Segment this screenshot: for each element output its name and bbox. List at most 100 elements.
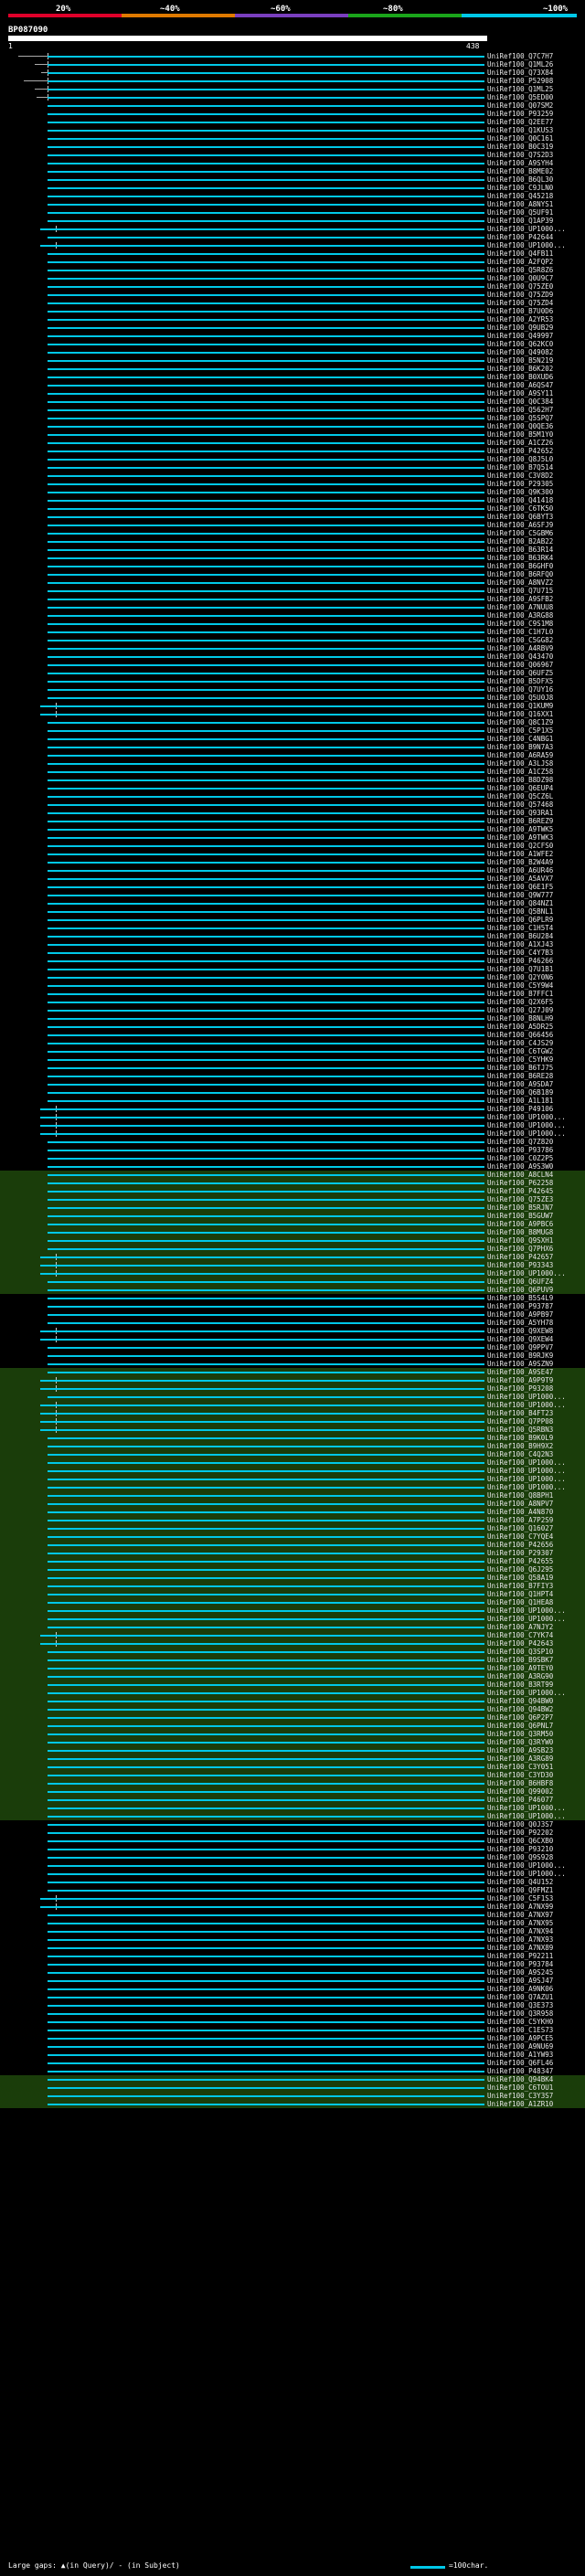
hit-row[interactable]: UniRef100_Q6PUV9 (0, 1286, 585, 1294)
hit-row[interactable]: UniRef100_Q9SXH1 (0, 1236, 585, 1245)
hit-label[interactable]: UniRef100_Q7PHX6 (487, 1245, 553, 1253)
hit-row[interactable]: UniRef100_Q7AZU1 (0, 1993, 585, 2001)
hit-row[interactable]: UniRef100_B9N7A3 (0, 743, 585, 751)
hit-row[interactable]: UniRef100_Q75ZD4 (0, 299, 585, 307)
hit-label[interactable]: UniRef100_P42657 (487, 1253, 553, 1261)
hit-row[interactable]: UniRef100_Q3E373 (0, 2001, 585, 2009)
hit-label[interactable]: UniRef100_UP1000... (487, 225, 566, 233)
hit-row[interactable]: UniRef100_Q9XEW8 (0, 1327, 585, 1335)
hit-row[interactable]: UniRef100_B5S4L9 (0, 1294, 585, 1302)
hit-row[interactable]: UniRef100_P29305 (0, 480, 585, 488)
hit-label[interactable]: UniRef100_B0XUD6 (487, 373, 553, 381)
hit-label[interactable]: UniRef100_UP1000... (487, 1121, 566, 1129)
hit-label[interactable]: UniRef100_Q2EE77 (487, 118, 553, 126)
hit-label[interactable]: UniRef100_A7NX89 (487, 1944, 553, 1952)
hit-label[interactable]: UniRef100_Q6EUP4 (487, 784, 553, 792)
hit-label[interactable]: UniRef100_A7P2S9 (487, 1516, 553, 1524)
hit-label[interactable]: UniRef100_Q5R8Z6 (487, 266, 553, 274)
hit-label[interactable]: UniRef100_B9RJK9 (487, 1352, 553, 1360)
hit-row[interactable]: UniRef100_A7NX93 (0, 1935, 585, 1944)
hit-row[interactable]: UniRef100_UP1000... (0, 1401, 585, 1409)
hit-label[interactable]: UniRef100_P62258 (487, 1179, 553, 1187)
hit-row[interactable]: UniRef100_A5DR25 (0, 1023, 585, 1031)
hit-label[interactable]: UniRef100_A1ZR10 (487, 2100, 553, 2108)
hit-row[interactable]: UniRef100_Q94BK4 (0, 2075, 585, 2083)
hit-row[interactable]: UniRef100_Q2CFS0 (0, 842, 585, 850)
hit-label[interactable]: UniRef100_Q1KUM9 (487, 702, 553, 710)
hit-row[interactable]: UniRef100_Q6FL46 (0, 2059, 585, 2067)
hit-row[interactable]: UniRef100_Q0C384 (0, 398, 585, 406)
hit-label[interactable]: UniRef100_P93787 (487, 1302, 553, 1310)
hit-label[interactable]: UniRef100_Q75ZE3 (487, 1195, 553, 1203)
hit-label[interactable]: UniRef100_C6TGW2 (487, 1047, 553, 1055)
hit-label[interactable]: UniRef100_B6U284 (487, 932, 553, 940)
hit-label[interactable]: UniRef100_C9S1M8 (487, 620, 553, 628)
hit-row[interactable]: UniRef100_A8NVZ2 (0, 578, 585, 587)
hit-label[interactable]: UniRef100_P42643 (487, 1639, 553, 1648)
hit-label[interactable]: UniRef100_A1L181 (487, 1097, 553, 1105)
hit-row[interactable]: UniRef100_B6RFQ0 (0, 570, 585, 578)
hit-row[interactable]: UniRef100_C4Y7B3 (0, 949, 585, 957)
hit-row[interactable]: UniRef100_Q1HPT4 (0, 1590, 585, 1598)
hit-label[interactable]: UniRef100_A2YR53 (487, 315, 553, 323)
hit-row[interactable]: UniRef100_Q6PLR9 (0, 916, 585, 924)
hit-label[interactable]: UniRef100_B8ME02 (487, 167, 553, 175)
hit-row[interactable]: UniRef100_B63RK4 (0, 554, 585, 562)
hit-label[interactable]: UniRef100_A9S245 (487, 1968, 553, 1977)
hit-row[interactable]: UniRef100_A9SFB2 (0, 595, 585, 603)
hit-row[interactable]: UniRef100_C5Y9W4 (0, 981, 585, 990)
hit-label[interactable]: UniRef100_Q3RYW0 (487, 1738, 553, 1746)
hit-label[interactable]: UniRef100_Q6PLR9 (487, 916, 553, 924)
hit-label[interactable]: UniRef100_A9SFB2 (487, 595, 553, 603)
hit-label[interactable]: UniRef100_UP1000... (487, 1804, 566, 1812)
hit-label[interactable]: UniRef100_UP1000... (487, 1393, 566, 1401)
hit-row[interactable]: UniRef100_C0Z2P5 (0, 1154, 585, 1162)
hit-label[interactable]: UniRef100_Q5RBN3 (487, 1426, 553, 1434)
hit-label[interactable]: UniRef100_P42645 (487, 1187, 553, 1195)
hit-row[interactable]: UniRef100_UP1000... (0, 1606, 585, 1615)
hit-row[interactable]: UniRef100_A4RBV9 (0, 644, 585, 652)
hit-label[interactable]: UniRef100_B6RE28 (487, 1072, 553, 1080)
hit-row[interactable]: UniRef100_UP1000... (0, 1269, 585, 1277)
hit-label[interactable]: UniRef100_B2W4A9 (487, 858, 553, 866)
hit-row[interactable]: UniRef100_UP1000... (0, 1121, 585, 1129)
hit-label[interactable]: UniRef100_P46077 (487, 1796, 553, 1804)
hit-label[interactable]: UniRef100_Q06967 (487, 661, 553, 669)
hit-row[interactable]: UniRef100_A4N870 (0, 1508, 585, 1516)
hit-label[interactable]: UniRef100_Q49082 (487, 348, 553, 356)
hit-row[interactable]: UniRef100_A7NX94 (0, 1927, 585, 1935)
hit-label[interactable]: UniRef100_Q1AP39 (487, 217, 553, 225)
hit-label[interactable]: UniRef100_Q6UFZ4 (487, 1277, 553, 1286)
hit-label[interactable]: UniRef100_Q75ZE0 (487, 282, 553, 291)
hit-label[interactable]: UniRef100_Q8C1Z9 (487, 718, 553, 726)
hit-row[interactable]: UniRef100_A6QS47 (0, 381, 585, 389)
hit-row[interactable]: UniRef100_Q5CZ6L (0, 792, 585, 800)
hit-label[interactable]: UniRef100_Q84NZ1 (487, 899, 553, 907)
hit-row[interactable]: UniRef100_Q8C1Z9 (0, 718, 585, 726)
hit-label[interactable]: UniRef100_Q27J09 (487, 1006, 553, 1014)
hit-row[interactable]: UniRef100_B9RJK9 (0, 1352, 585, 1360)
hit-row[interactable]: UniRef100_UP1000... (0, 1129, 585, 1138)
hit-label[interactable]: UniRef100_Q4U152 (487, 1878, 553, 1886)
hit-row[interactable]: UniRef100_UP1000... (0, 1467, 585, 1475)
hit-row[interactable]: UniRef100_Q3R958 (0, 2009, 585, 2018)
hit-label[interactable]: UniRef100_B63RK4 (487, 554, 553, 562)
hit-row[interactable]: UniRef100_UP1000... (0, 241, 585, 249)
hit-label[interactable]: UniRef100_B6HBF8 (487, 1779, 553, 1787)
hit-row[interactable]: UniRef100_B3RT99 (0, 1680, 585, 1689)
hit-label[interactable]: UniRef100_A4RBV9 (487, 644, 553, 652)
hit-label[interactable]: UniRef100_B6QL30 (487, 175, 553, 184)
hit-label[interactable]: UniRef100_Q6J295 (487, 1565, 553, 1574)
hit-label[interactable]: UniRef100_UP1000... (487, 1269, 566, 1277)
hit-label[interactable]: UniRef100_B7U0D6 (487, 307, 553, 315)
hit-row[interactable]: UniRef100_Q2X6F5 (0, 998, 585, 1006)
hit-label[interactable]: UniRef100_Q2X6F5 (487, 998, 553, 1006)
hit-row[interactable]: UniRef100_Q0C161 (0, 134, 585, 143)
hit-label[interactable]: UniRef100_B6TJ75 (487, 1064, 553, 1072)
hit-row[interactable]: UniRef100_Q73X84 (0, 69, 585, 77)
hit-label[interactable]: UniRef100_P48347 (487, 2067, 553, 2075)
hit-label[interactable]: UniRef100_B8DZ98 (487, 776, 553, 784)
hit-row[interactable]: UniRef100_Q9W777 (0, 891, 585, 899)
hit-label[interactable]: UniRef100_Q0C384 (487, 398, 553, 406)
hit-row[interactable]: UniRef100_A8NPV7 (0, 1500, 585, 1508)
